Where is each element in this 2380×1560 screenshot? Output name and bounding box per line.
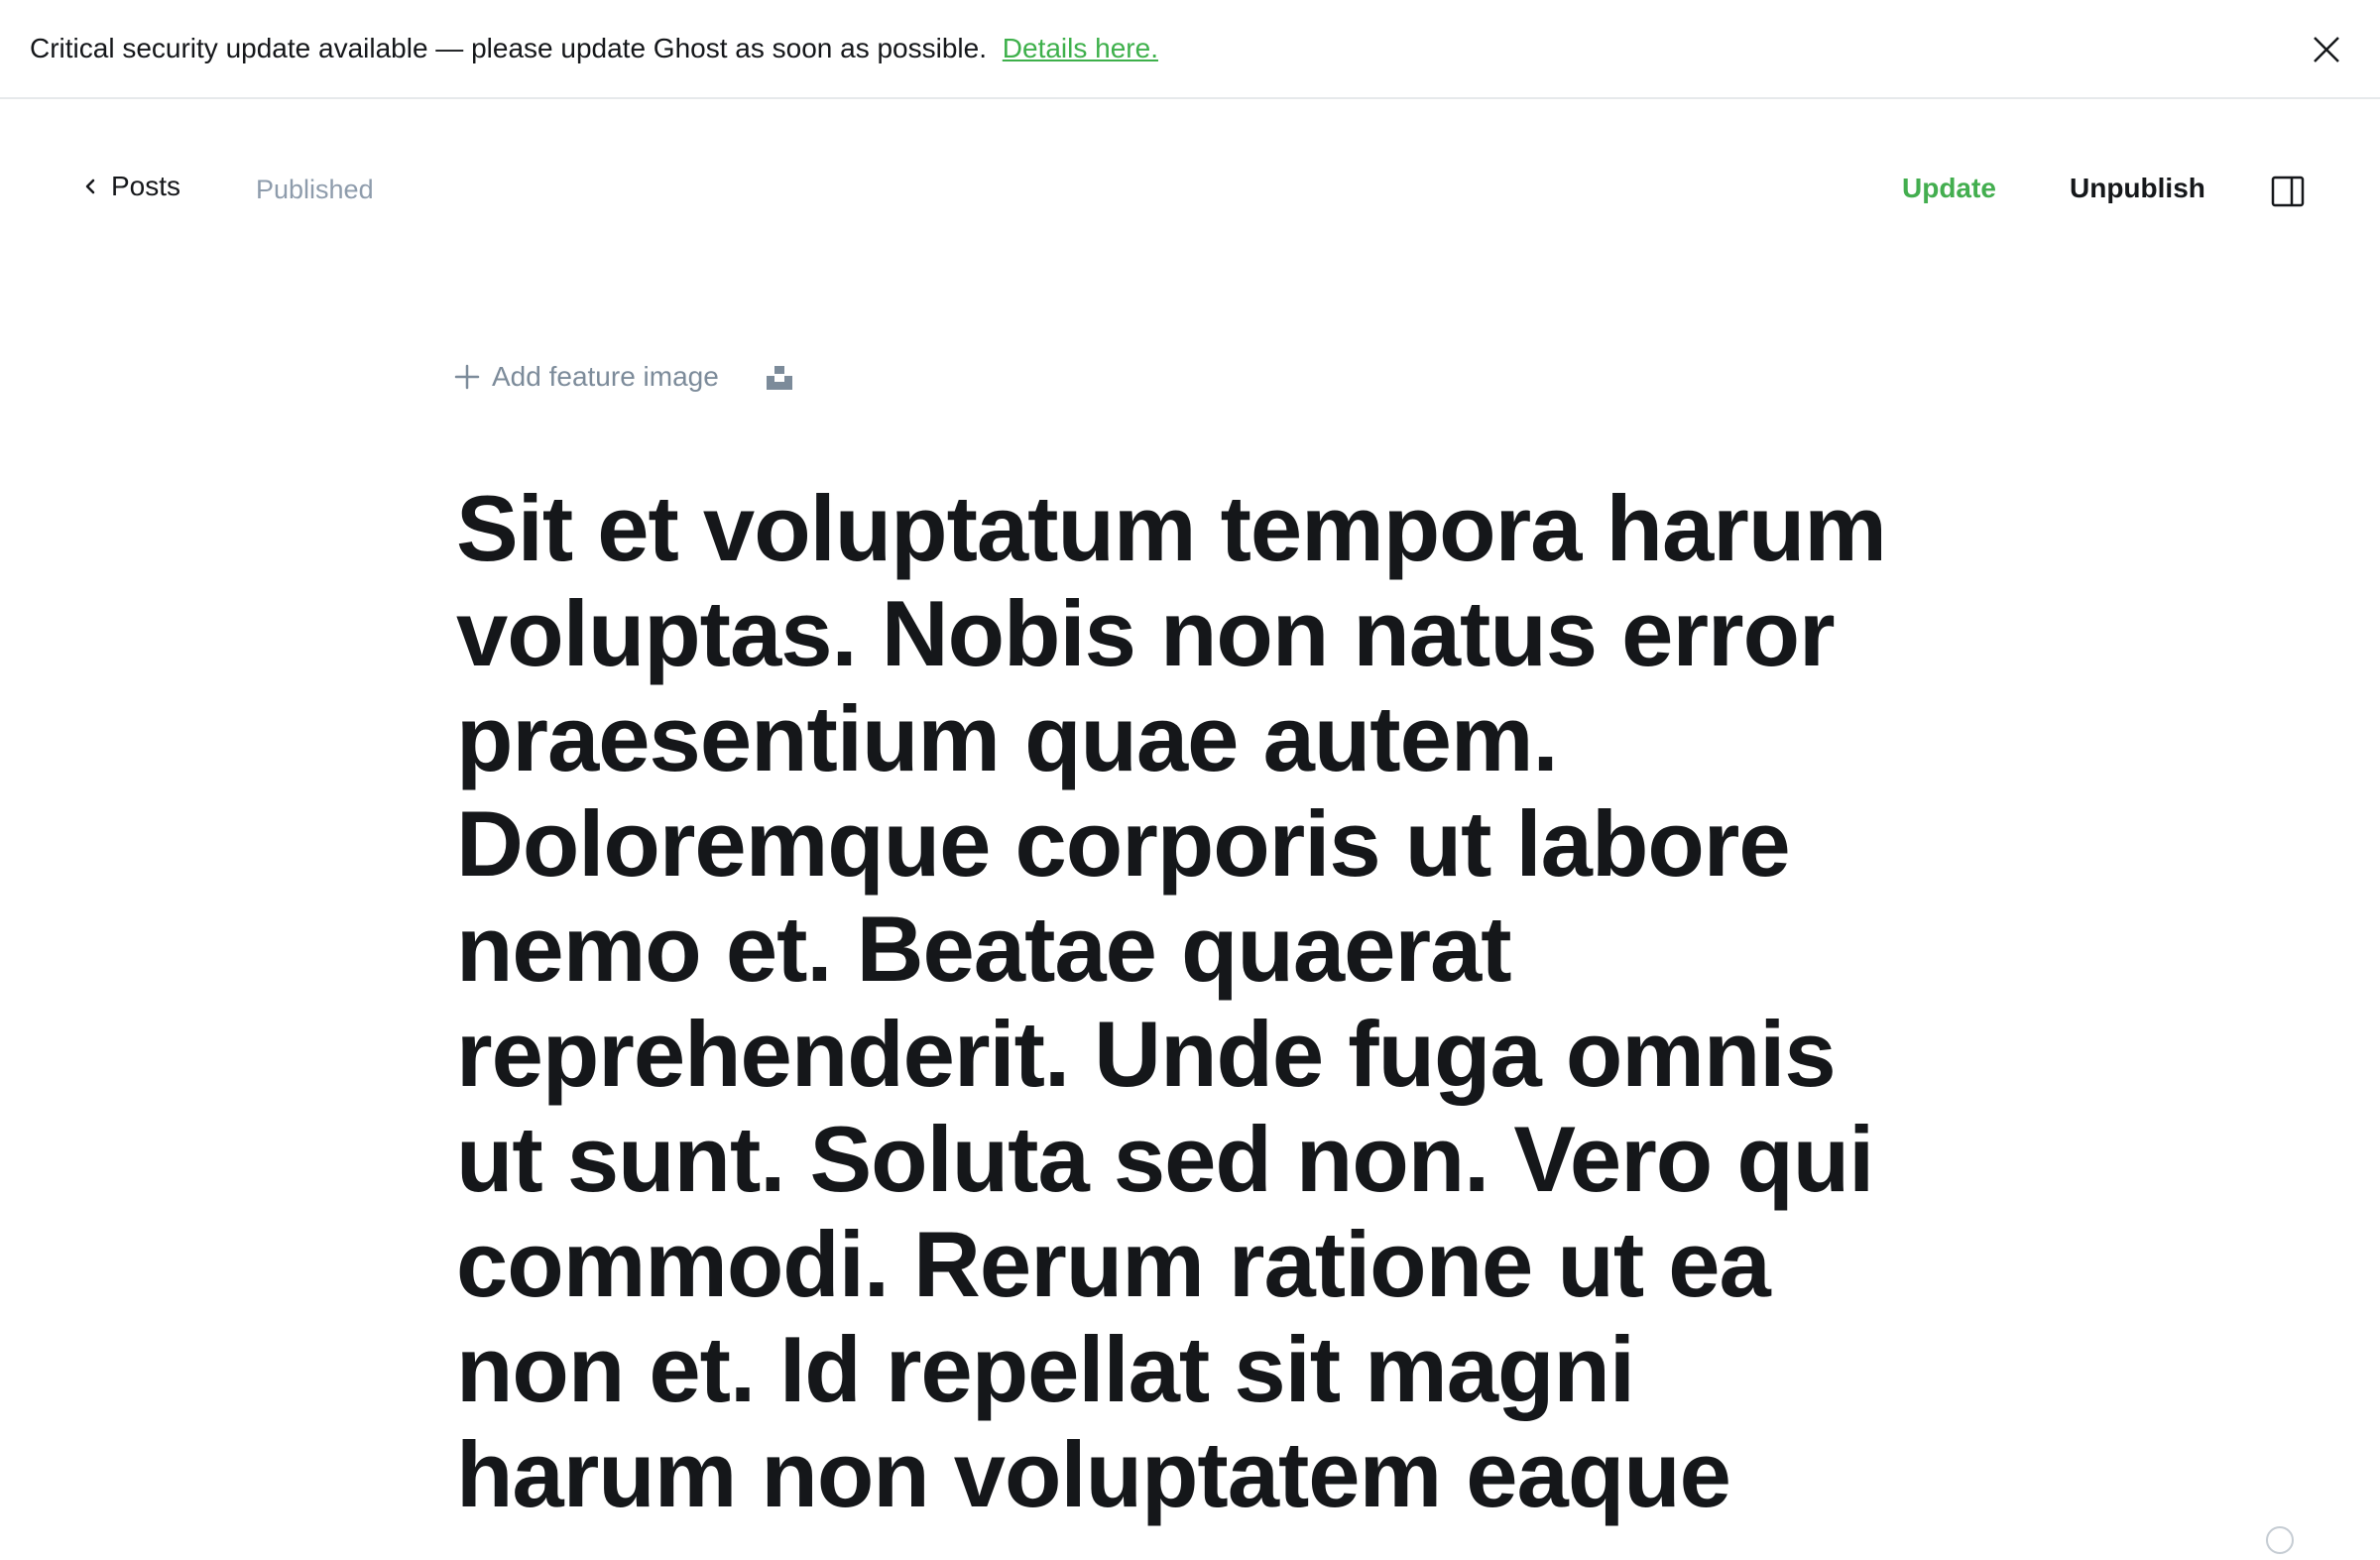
banner-message-text: Critical security update available — ple… [30,33,987,63]
back-label: Posts [111,171,181,201]
chevron-left-icon [85,179,95,194]
editor-header: Posts Published Update Unpublish [0,99,2380,288]
close-icon[interactable] [2309,32,2344,67]
banner-details-link[interactable]: Details here. [1003,33,1158,63]
post-title[interactable]: Sit et voluptatum tempora harum voluptas… [456,476,1924,1527]
sidebar-panel-icon[interactable] [2271,176,2305,207]
unsplash-icon[interactable] [765,362,794,392]
add-feature-image-label: Add feature image [492,361,719,392]
feature-image-row: Add feature image [454,361,794,393]
help-icon[interactable] [2265,1525,2295,1555]
banner-message: Critical security update available — ple… [30,33,1158,64]
plus-icon [454,364,480,390]
update-button[interactable]: Update [1902,173,1996,204]
unpublish-button[interactable]: Unpublish [2070,173,2205,204]
add-feature-image-button[interactable]: Add feature image [454,361,719,393]
security-update-banner: Critical security update available — ple… [0,0,2380,99]
back-to-posts-link[interactable]: Posts [83,171,180,202]
post-status: Published [256,175,374,204]
